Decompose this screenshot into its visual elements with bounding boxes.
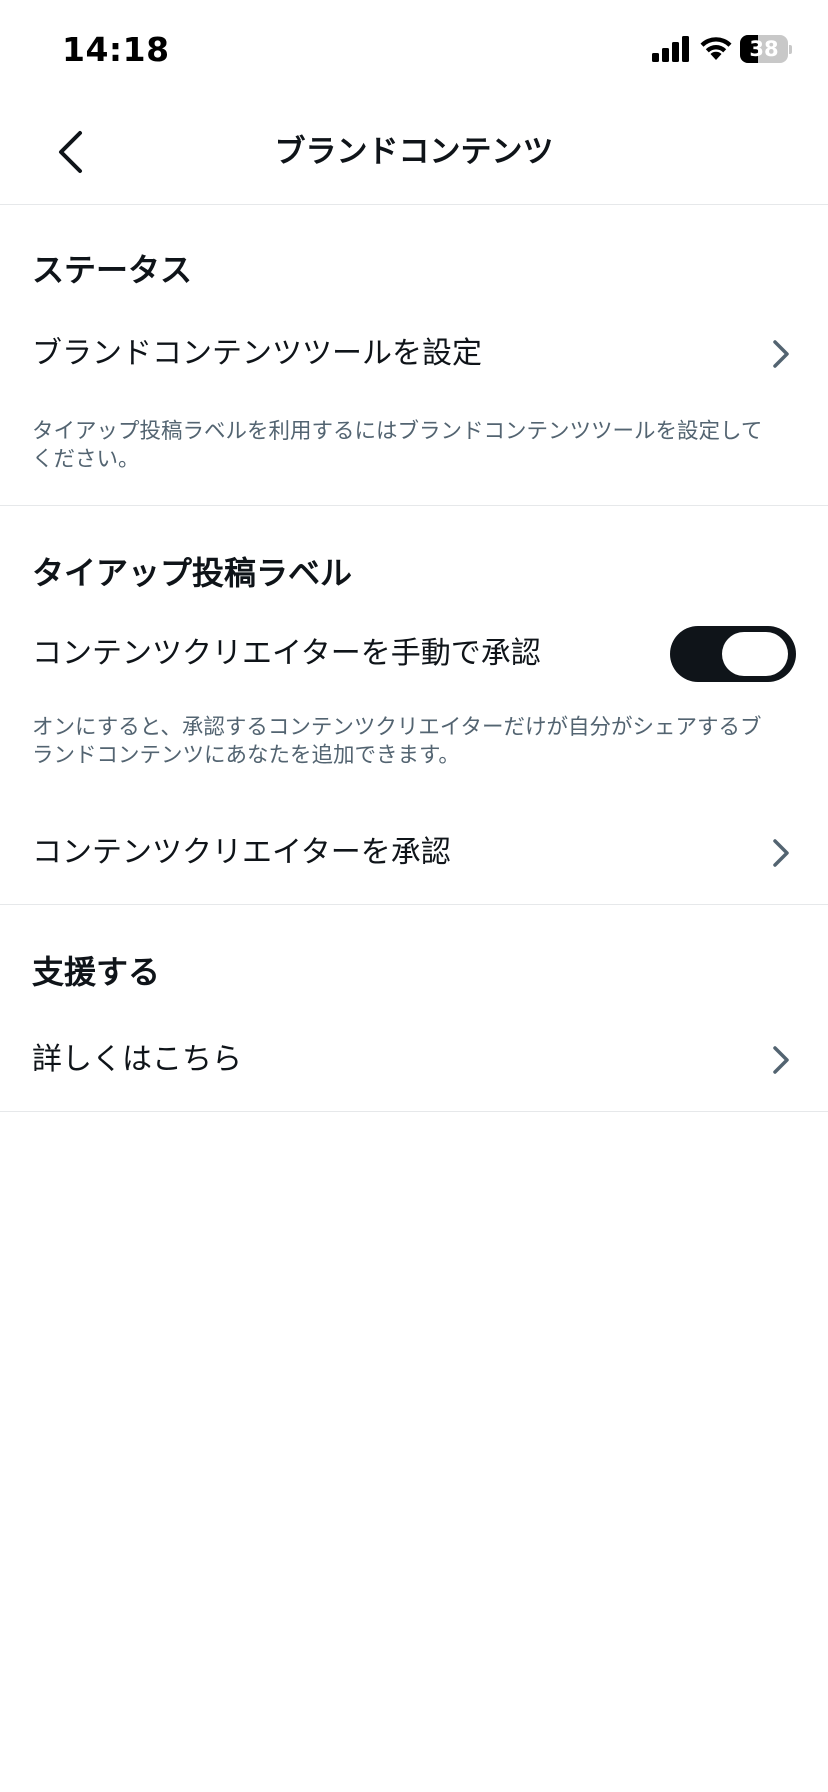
learn-more-label: 詳しくはこちら: [32, 1042, 242, 1077]
manual-approve-creators-row: コンテンツクリエイターを手動で承認: [0, 620, 828, 688]
toggle-knob: [722, 632, 788, 676]
cellular-signal-icon: [652, 36, 689, 62]
paid-partnership-description: オンにすると、承認するコンテンツクリエイターだけが自分がシェアするブランドコンテ…: [32, 715, 762, 768]
battery-icon: 38: [740, 35, 792, 63]
approve-creators-label: コンテンツクリエイターを承認: [32, 835, 451, 870]
chevron-right-icon: [773, 340, 789, 368]
status-description: タイアップ投稿ラベルを利用するにはブランドコンテンツツールを設定してください。: [32, 419, 763, 472]
status-bar: 14:18 38: [0, 0, 828, 100]
chevron-right-icon: [773, 839, 789, 867]
manual-approve-creators-toggle[interactable]: [670, 626, 796, 682]
section-heading-paid-partnership: タイアップ投稿ラベル: [32, 554, 353, 592]
support-section: 支援する 詳しくはこちら: [0, 905, 828, 1112]
nav-header: ブランドコンテンツ: [0, 100, 828, 205]
section-heading-status: ステータス: [32, 251, 193, 289]
chevron-right-icon: [773, 1046, 789, 1074]
section-heading-support: 支援する: [32, 953, 161, 991]
status-section: ステータス ブランドコンテンツツールを設定 タイアップ投稿ラベルを利用するにはブ…: [0, 205, 828, 506]
setup-branded-content-tools-label: ブランドコンテンツツールを設定: [32, 336, 482, 371]
setup-branded-content-tools-row[interactable]: ブランドコンテンツツールを設定: [0, 314, 828, 394]
paid-partnership-section: タイアップ投稿ラベル コンテンツクリエイターを手動で承認 オンにすると、承認する…: [0, 506, 828, 905]
battery-level: 38: [749, 37, 779, 61]
approve-creators-row[interactable]: コンテンツクリエイターを承認: [0, 813, 828, 893]
manual-approve-creators-label: コンテンツクリエイターを手動で承認: [32, 636, 541, 671]
wifi-icon: [700, 37, 732, 60]
status-time: 14:18: [62, 30, 170, 69]
learn-more-row[interactable]: 詳しくはこちら: [0, 1020, 828, 1100]
page-title: ブランドコンテンツ: [274, 134, 554, 170]
